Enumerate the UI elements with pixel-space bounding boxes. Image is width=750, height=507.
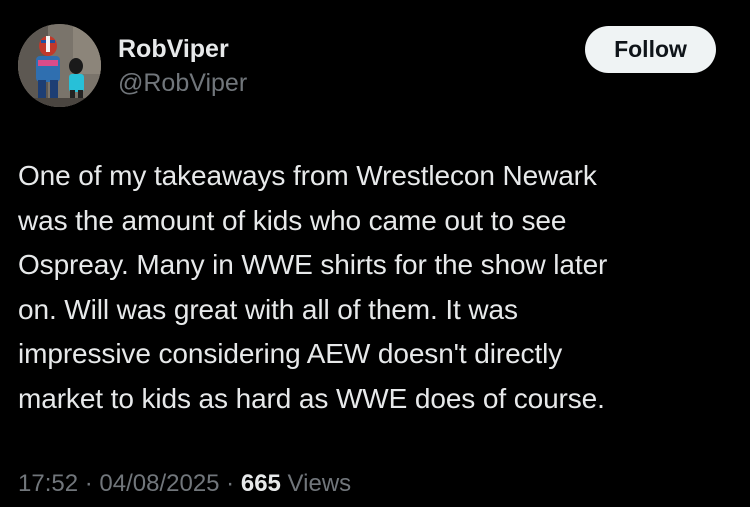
meta-separator: ·	[219, 470, 241, 497]
tweet-text-line: on. Will was great with all of them. It …	[18, 293, 518, 325]
tweet-meta: 17:52 · 04/08/2025 · 665 Views	[18, 468, 351, 500]
tweet-card: RobViper @RobViper Follow One of my take…	[0, 0, 750, 507]
meta-separator: ·	[78, 470, 100, 497]
tweet-time[interactable]: 17:52	[18, 470, 78, 497]
tweet-date[interactable]: 04/08/2025	[99, 470, 219, 497]
tweet-text-line: One of my takeaways from Wrestlecon Newa…	[18, 160, 597, 191]
views-label: Views	[280, 470, 352, 497]
avatar[interactable]	[18, 24, 101, 107]
tweet-text-line: market to kids as hard as WWE does of co…	[18, 382, 605, 414]
tweet-text: One of my takeaways from Wrestlecon Newa…	[18, 154, 734, 421]
tweet-text-line: impressive considering AEW doesn't direc…	[18, 338, 563, 369]
follow-button[interactable]: Follow	[585, 26, 716, 73]
views-count: 665	[240, 470, 281, 497]
tweet-text-line: Ospreay. Many in WWE shirts for the show…	[18, 249, 608, 280]
author-handle[interactable]: @RobViper	[118, 68, 247, 98]
author-display-name[interactable]: RobViper	[118, 34, 229, 64]
tweet-text-line: was the amount of kids who came out to s…	[18, 204, 567, 236]
profile-photo-icon	[18, 24, 101, 107]
